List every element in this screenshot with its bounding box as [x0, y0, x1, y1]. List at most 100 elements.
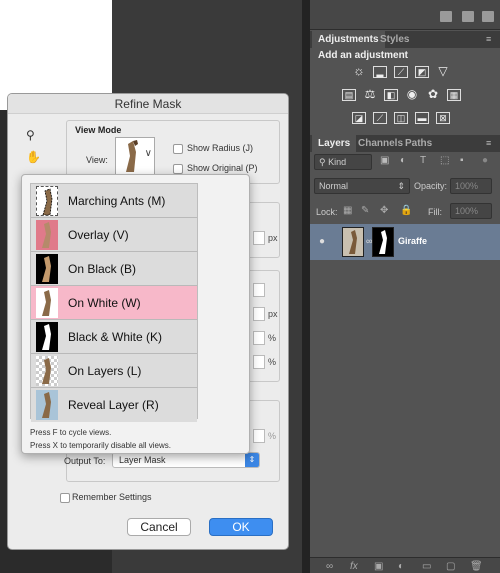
contrast-field[interactable] — [253, 331, 265, 345]
cancel-button[interactable]: Cancel — [127, 518, 191, 536]
type-filter-icon[interactable]: T — [420, 155, 426, 166]
selective-color-icon[interactable]: ⊠ — [436, 112, 450, 124]
radius-field[interactable] — [253, 231, 265, 245]
gradient-map-icon[interactable]: ▬ — [415, 112, 429, 124]
view-option-reveal-layer[interactable]: Reveal Layer (R) — [31, 388, 197, 422]
new-layer-icon[interactable]: ▢ — [446, 561, 455, 572]
view-option-label: On Layers (L) — [68, 364, 142, 378]
tab-paths[interactable]: Paths — [399, 135, 438, 152]
new-layer-icon[interactable] — [462, 11, 474, 22]
zoom-tool-icon[interactable]: ⚲ — [26, 128, 40, 142]
cycle-views-hint: Press F to cycle views. — [30, 428, 112, 437]
view-option-label: On White (W) — [68, 296, 141, 310]
on-black-thumb — [36, 254, 58, 284]
ok-button[interactable]: OK — [209, 518, 273, 536]
new-icon[interactable] — [440, 11, 452, 22]
new-adjustment-icon[interactable]: ◐ — [398, 561, 404, 572]
view-option-on-layers[interactable]: On Layers (L) — [31, 354, 197, 388]
blend-mode-value: Normal — [319, 181, 349, 191]
tab-layers[interactable]: Layers — [312, 135, 357, 152]
brightness-icon[interactable]: ☼ — [352, 64, 366, 78]
lock-label: Lock: — [316, 207, 338, 217]
link-layers-icon[interactable]: ∞ — [326, 561, 333, 572]
hue-saturation-icon[interactable]: ▤ — [342, 89, 356, 101]
layer-thumbnail[interactable] — [342, 227, 364, 257]
chevron-updown-icon: ⇕ — [245, 453, 259, 467]
view-option-black-white[interactable]: Black & White (K) — [31, 320, 197, 354]
view-option-label: On Black (B) — [68, 262, 137, 276]
output-to-label: Output To: — [64, 456, 106, 466]
lock-position-icon[interactable]: ✥ — [380, 205, 388, 216]
kind-filter-label: Kind — [328, 157, 347, 167]
show-radius-label: Show Radius (J) — [187, 143, 254, 153]
color-balance-icon[interactable]: ⚖ — [363, 88, 377, 101]
vibrance-icon[interactable]: ▽ — [436, 65, 450, 78]
view-option-marching-ants[interactable]: Marching Ants (M) — [31, 184, 197, 218]
remember-settings-checkbox[interactable] — [60, 493, 70, 503]
panel-divider[interactable] — [302, 0, 310, 573]
overlay-thumb — [36, 220, 58, 250]
layer-row[interactable]: ● ∞ Giraffe — [310, 224, 500, 260]
add-adjustment-label: Add an adjustment — [318, 50, 409, 61]
adjustment-filter-icon[interactable]: ◐ — [400, 155, 406, 166]
view-option-on-black[interactable]: On Black (B) — [31, 252, 197, 286]
fill-field[interactable]: 100% — [450, 203, 492, 219]
show-original-checkbox[interactable] — [173, 164, 183, 174]
new-group-icon[interactable]: ▭ — [422, 561, 431, 572]
view-option-overlay[interactable]: Overlay (V) — [31, 218, 197, 252]
eye-icon[interactable]: ● — [319, 236, 331, 247]
smart-object-filter-icon[interactable]: ▪ — [460, 155, 464, 166]
invert-icon[interactable]: ◪ — [352, 112, 366, 124]
shift-edge-field[interactable] — [253, 355, 265, 369]
opacity-field[interactable]: 100% — [450, 178, 492, 194]
on-layers-thumb — [36, 356, 58, 386]
amount-field[interactable] — [253, 429, 265, 443]
photo-filter-icon[interactable]: ◉ — [405, 88, 419, 101]
lock-transparent-icon[interactable]: ▦ — [343, 205, 352, 216]
add-mask-icon[interactable]: ▣ — [374, 561, 383, 572]
output-to-select[interactable]: Layer Mask ⇕ — [112, 452, 260, 468]
view-option-label: Overlay (V) — [68, 228, 129, 242]
blend-mode-select[interactable]: Normal ⇕ — [314, 178, 410, 194]
lock-pixels-icon[interactable]: ✎ — [361, 205, 369, 216]
panel-menu-icon[interactable]: ≡ — [486, 138, 496, 148]
curves-icon[interactable]: ⟋ — [394, 66, 408, 78]
lock-all-icon[interactable]: 🔒 — [400, 205, 412, 216]
fx-icon[interactable]: fx — [350, 561, 358, 572]
feather-unit: px — [268, 309, 278, 319]
black-white-icon[interactable]: ◧ — [384, 89, 398, 101]
threshold-icon[interactable]: ◫ — [394, 112, 408, 124]
remember-settings-label: Remember Settings — [72, 492, 152, 502]
opacity-value: 100% — [455, 181, 479, 191]
contrast-unit: % — [268, 333, 277, 343]
levels-icon[interactable]: ▂ — [373, 66, 387, 78]
smooth-field[interactable] — [253, 283, 265, 297]
pixel-filter-icon[interactable]: ▣ — [380, 155, 389, 166]
chevron-down-icon: ∨ — [144, 148, 152, 159]
output-to-value: Layer Mask — [119, 455, 166, 465]
view-options-list: Marching Ants (M) Overlay (V) On Black (… — [30, 183, 198, 422]
channel-mixer-icon[interactable]: ✿ — [426, 88, 440, 101]
color-lookup-icon[interactable]: ▦ — [447, 89, 461, 101]
tab-styles[interactable]: Styles — [374, 31, 415, 48]
layer-name[interactable]: Giraffe — [398, 236, 427, 246]
trash-icon[interactable] — [482, 11, 494, 22]
posterize-icon[interactable]: ⟋ — [373, 112, 387, 124]
show-radius-checkbox[interactable] — [173, 144, 183, 154]
exposure-icon[interactable]: ◩ — [415, 66, 429, 78]
view-mode-title: View Mode — [75, 125, 122, 135]
kind-filter-select[interactable]: ⚲ Kind — [314, 154, 372, 170]
on-white-thumb — [36, 288, 58, 318]
feather-field[interactable] — [253, 307, 265, 321]
mask-thumbnail[interactable] — [372, 227, 394, 257]
filter-toggle-icon[interactable]: ● — [482, 155, 488, 166]
view-option-on-white[interactable]: On White (W) — [31, 286, 197, 320]
shape-filter-icon[interactable]: ⬚ — [440, 155, 449, 166]
trash-icon[interactable]: 🗑 — [470, 561, 483, 572]
fill-label: Fill: — [428, 207, 442, 217]
view-select[interactable]: ∨ — [115, 137, 155, 175]
hand-tool-icon[interactable]: ✋ — [26, 150, 41, 164]
fill-value: 100% — [455, 206, 479, 216]
panel-top-toolbar — [310, 0, 500, 30]
panel-menu-icon[interactable]: ≡ — [486, 34, 496, 44]
